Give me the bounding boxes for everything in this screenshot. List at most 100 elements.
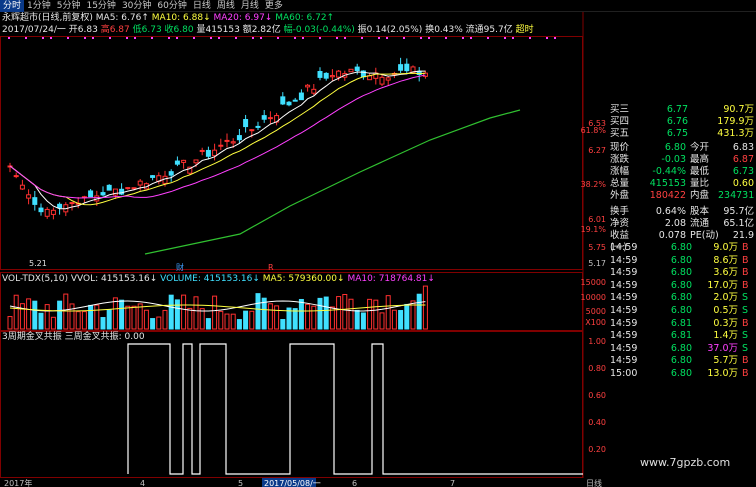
event-marker: [445, 37, 447, 39]
r-marker: R: [268, 263, 274, 272]
volume-bar: [317, 297, 323, 330]
tick-time: 14:59: [610, 305, 638, 316]
candle: [286, 101, 292, 107]
indicator-header: 3周期金叉共振 三周金叉共振: 0.00: [2, 331, 145, 343]
candle-body: [385, 77, 391, 81]
tick-row: 14:59 6.80 2.0万 S: [608, 292, 756, 304]
stat-label: 最高: [690, 154, 710, 165]
bid-label: 买三: [610, 104, 630, 115]
candle: [311, 84, 317, 96]
event-marker: [260, 37, 262, 39]
candle-body: [267, 117, 273, 120]
event-marker: [529, 37, 531, 39]
volume-bar: [385, 295, 391, 330]
bid-label: 买五: [610, 128, 630, 139]
tick-row: 14:59 6.80 37.0万 S: [608, 343, 756, 355]
tick-volume: 17.0万: [707, 279, 738, 291]
volume-bar: [143, 309, 149, 330]
tick-price: 6.80: [670, 242, 692, 253]
tick-side: S: [742, 305, 749, 316]
watermark: www.7gpzb.com: [640, 456, 731, 469]
price-axis-label: 6.01: [588, 215, 606, 224]
stat-value: 234731: [718, 190, 755, 201]
date-axis-label: 2017年: [4, 478, 32, 487]
stat-value: 0.078: [658, 230, 686, 241]
tick-side: B: [742, 317, 749, 329]
candle-body: [280, 96, 286, 105]
volume-bar: [57, 300, 63, 330]
event-marker: [302, 37, 304, 39]
candle-body: [150, 175, 156, 178]
tick-price: 6.81: [670, 330, 692, 342]
ma5-line: [9, 70, 426, 210]
candle: [385, 76, 391, 86]
volume-bar: [416, 293, 422, 330]
volume-bar: [280, 319, 286, 330]
stat-value: 6.87: [732, 154, 754, 165]
candle: [26, 189, 32, 205]
quote-panel: 买三 6.77 90.7万 买四 6.76 179.9万 买五 6.75 431.3万 现价 6.8…: [608, 100, 756, 478]
tick-row: 14:59 6.81 0.3万 B: [608, 318, 756, 330]
candle-body: [305, 84, 311, 88]
candle-body: [174, 160, 180, 165]
tick-time: 14:59: [610, 279, 638, 291]
stat-row: 现价 6.80 今开 6.83: [608, 142, 756, 154]
event-marker: [487, 37, 489, 39]
ma20-line: [9, 74, 426, 199]
volume-bar: [106, 309, 112, 330]
candle: [81, 195, 87, 203]
event-marker: [235, 37, 237, 39]
stat-row: 涨跌 -0.03 最高 6.87: [608, 154, 756, 166]
tick-time: 14:59: [610, 342, 638, 354]
stock-chart-window: { "tabs":[ {"label":"分时","active":true},…: [0, 0, 756, 487]
volume-bar: [373, 299, 379, 330]
volume-bar: [255, 293, 261, 330]
stat-value: 21.9: [732, 230, 754, 241]
stat-value: 65.1亿: [723, 218, 754, 229]
date-axis-label: 6: [352, 479, 357, 487]
indicator-axis-label: 0.60: [588, 391, 606, 400]
event-marker: [428, 37, 430, 39]
volume-bar: [391, 309, 397, 330]
stat-label: 流通: [690, 218, 710, 229]
stat-row: 换手 0.64% 股本 95.7亿: [608, 206, 756, 218]
event-marker: [336, 37, 338, 39]
tick-side: B: [742, 279, 749, 291]
volume-bar: [131, 305, 137, 330]
candle: [373, 67, 379, 85]
stat-label: 涨跌: [610, 154, 630, 165]
tick-price: 6.80: [670, 292, 692, 304]
tick-side: B: [742, 368, 749, 379]
candle-body: [168, 171, 174, 176]
candle-body: [354, 66, 360, 72]
volume-bar: [367, 298, 373, 330]
tick-volume: 0.3万: [713, 317, 738, 329]
vol-ma5-value: MA5: 579360.00↓: [262, 274, 345, 284]
candle: [106, 184, 112, 191]
bid-qty: 179.9万: [717, 116, 754, 127]
candle-body: [404, 63, 410, 72]
event-marker: [218, 37, 220, 39]
volume-bar: [32, 300, 38, 330]
candle-body: [100, 192, 106, 196]
bid-row: 买四 6.76 179.9万: [608, 116, 756, 128]
candle-body: [19, 184, 25, 190]
tick-time: 15:00: [610, 368, 638, 379]
candle: [38, 203, 44, 216]
stat-value: -0.03: [661, 154, 686, 165]
volume-bar: [342, 293, 348, 330]
volume-bar: [7, 316, 13, 330]
volume-bar: [249, 310, 255, 330]
stat-value: 415153: [649, 178, 686, 189]
candle: [329, 69, 335, 81]
volume-bar: [13, 294, 19, 330]
candle: [44, 207, 50, 219]
indicator-panel-border: [0, 331, 583, 478]
tick-price: 6.81: [670, 317, 692, 329]
volume-axis-label: X100: [585, 318, 606, 327]
tick-volume: 5.7万: [713, 355, 738, 367]
tick-volume: 9.0万: [713, 242, 738, 253]
volume-bar: [360, 312, 366, 330]
candle: [255, 121, 261, 131]
candle: [174, 156, 180, 167]
